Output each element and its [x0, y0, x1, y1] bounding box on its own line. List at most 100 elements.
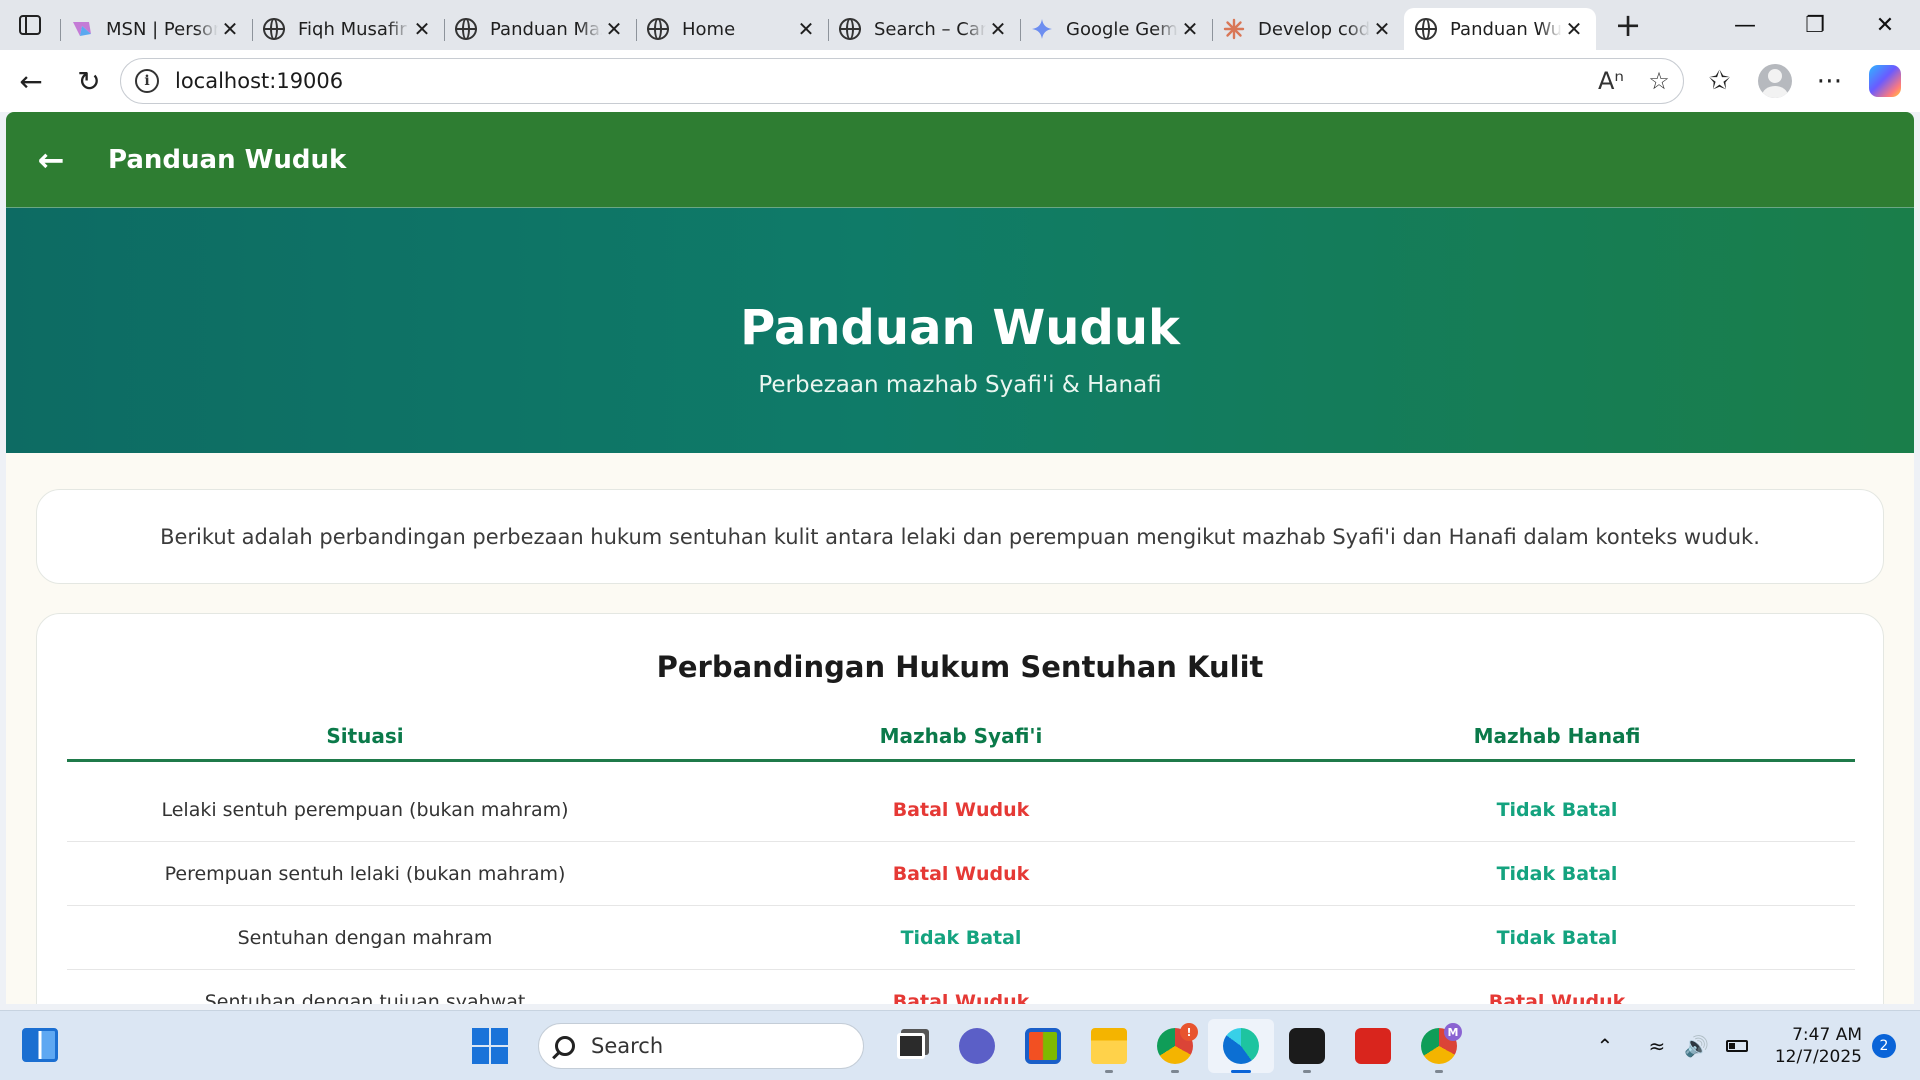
search-icon — [555, 1036, 575, 1056]
cell-syafii: Batal Wuduk — [892, 862, 1030, 885]
cell-hanafi: Batal Wuduk — [1488, 990, 1626, 1005]
cell-syafii: Batal Wuduk — [892, 990, 1030, 1005]
address-toolbar: ← ↻ i localhost:19006 Aⁿ ☆ ✩ ⋯ — [0, 50, 1920, 112]
teams-button[interactable] — [944, 1019, 1010, 1073]
close-icon[interactable]: ✕ — [218, 17, 242, 41]
close-icon[interactable]: ✕ — [410, 17, 434, 41]
teams-chat-icon — [959, 1028, 995, 1064]
edge-button[interactable] — [1208, 1019, 1274, 1073]
back-arrow-icon[interactable]: ← — [28, 137, 74, 183]
header-title: Panduan Wuduk — [108, 144, 347, 175]
app-header: ← Panduan Wuduk — [6, 112, 1914, 207]
cell-situasi: Sentuhan dengan tujuan syahwat — [204, 990, 526, 1005]
store-button[interactable] — [1010, 1019, 1076, 1073]
start-button[interactable] — [472, 1028, 508, 1064]
back-button[interactable]: ← — [6, 56, 56, 106]
chrome-button[interactable]: ! — [1142, 1019, 1208, 1073]
table-row: Sentuhan dengan tujuan syahwat Batal Wud… — [67, 970, 1855, 1005]
wifi-icon[interactable]: ≈ — [1639, 1028, 1675, 1064]
tab-title: Google Gemini — [1066, 18, 1178, 40]
close-icon[interactable]: ✕ — [602, 17, 626, 41]
battery-icon[interactable] — [1719, 1028, 1755, 1064]
globe-icon — [646, 17, 670, 41]
tab-home[interactable]: Home ✕ — [636, 9, 828, 49]
tab-panduan-wuduk[interactable]: Panduan Wuduk ✕ — [1404, 8, 1596, 50]
comparison-table: Situasi Mazhab Syafi'i Mazhab Hanafi Lel… — [67, 712, 1855, 1004]
cell-situasi: Sentuhan dengan mahram — [237, 926, 493, 949]
tab-title: Develop code — [1258, 18, 1370, 40]
taskbar-apps: Search ! M — [472, 1019, 1472, 1073]
read-aloud-icon[interactable]: Aⁿ — [1587, 61, 1635, 101]
more-menu-icon[interactable]: ⋯ — [1802, 56, 1857, 106]
tab-panduan-mazhab[interactable]: Panduan Mazhab ✕ — [444, 9, 636, 49]
close-icon[interactable]: ✕ — [986, 17, 1010, 41]
comparison-card: Perbandingan Hukum Sentuhan Kulit Situas… — [36, 613, 1884, 1004]
file-explorer-button[interactable] — [1076, 1019, 1142, 1073]
close-icon[interactable]: ✕ — [794, 17, 818, 41]
volume-icon[interactable]: 🔊 — [1679, 1028, 1715, 1064]
widgets-icon[interactable] — [22, 1028, 58, 1062]
copilot-button[interactable] — [1857, 56, 1912, 106]
task-view-button[interactable] — [878, 1019, 944, 1073]
cube-app-icon — [1289, 1028, 1325, 1064]
globe-icon — [262, 17, 286, 41]
refresh-button[interactable]: ↻ — [64, 56, 114, 106]
tab-google-gemini[interactable]: Google Gemini ✕ — [1020, 9, 1212, 49]
chrome-badge: ! — [1180, 1023, 1198, 1041]
store-icon — [1025, 1028, 1061, 1064]
copilot-icon — [1868, 65, 1901, 97]
cell-situasi: Perempuan sentuh lelaki (bukan mahram) — [164, 862, 566, 885]
chrome-profile-button[interactable]: M — [1406, 1019, 1472, 1073]
page-viewport: ← Panduan Wuduk Panduan Wuduk Perbezaan … — [6, 112, 1914, 1004]
close-window-button[interactable]: ✕ — [1850, 0, 1920, 50]
browser-tab-bar: MSN | Personalized News ✕ Fiqh Musafir ✕… — [0, 0, 1920, 50]
intro-text: Berikut adalah perbandingan perbezaan hu… — [160, 524, 1760, 549]
app-cube-button[interactable] — [1274, 1019, 1340, 1073]
table-row: Sentuhan dengan mahram Tidak Batal Tidak… — [67, 906, 1855, 970]
favorite-star-icon[interactable]: ☆ — [1635, 61, 1683, 101]
url-text[interactable]: localhost:19006 — [175, 69, 1587, 93]
msn-icon — [70, 17, 94, 41]
system-tray: ⌃ ≈ 🔊 7:47 AM 12/7/2025 2 — [1585, 1011, 1920, 1080]
tab-title: MSN | Personalized News — [106, 18, 218, 40]
avatar — [1757, 64, 1792, 98]
taskbar-search[interactable]: Search — [538, 1023, 864, 1069]
profile-badge: M — [1444, 1023, 1462, 1041]
tab-msn[interactable]: MSN | Personalized News ✕ — [60, 9, 252, 49]
toolbar-right: ✩ ⋯ — [1692, 56, 1912, 106]
column-header-syafii: Mazhab Syafi'i — [879, 723, 1043, 748]
page-subtitle: Perbezaan mazhab Syafi'i & Hanafi — [758, 372, 1162, 398]
search-placeholder: Search — [591, 1034, 664, 1058]
tab-fiqh-musafir[interactable]: Fiqh Musafir ✕ — [252, 9, 444, 49]
column-header-hanafi: Mazhab Hanafi — [1473, 723, 1641, 748]
notification-badge[interactable]: 2 — [1872, 1034, 1896, 1058]
new-tab-button[interactable]: + — [1604, 5, 1652, 45]
acrobat-pdf-icon — [1355, 1028, 1391, 1064]
address-bar[interactable]: i localhost:19006 Aⁿ ☆ — [120, 58, 1684, 104]
tab-title: Fiqh Musafir — [298, 18, 407, 40]
site-info-icon[interactable]: i — [135, 69, 159, 93]
tab-actions-button[interactable] — [0, 0, 60, 50]
clock[interactable]: 7:47 AM 12/7/2025 — [1775, 1024, 1862, 1068]
window-controls: — ❐ ✕ — [1710, 0, 1920, 50]
cell-hanafi: Tidak Batal — [1496, 926, 1618, 949]
clock-date: 12/7/2025 — [1774, 1047, 1862, 1067]
table-row: Perempuan sentuh lelaki (bukan mahram) B… — [67, 842, 1855, 906]
cell-hanafi: Tidak Batal — [1496, 798, 1618, 821]
chevron-up-icon[interactable]: ⌃ — [1587, 1028, 1623, 1064]
close-icon[interactable]: ✕ — [1562, 17, 1586, 41]
close-icon[interactable]: ✕ — [1370, 17, 1394, 41]
acrobat-button[interactable] — [1340, 1019, 1406, 1073]
tab-search-canva[interactable]: Search – Canva ✕ — [828, 9, 1020, 49]
hero-banner: Panduan Wuduk Perbezaan mazhab Syafi'i &… — [6, 207, 1914, 453]
tab-develop-code[interactable]: Develop code ✕ — [1212, 9, 1404, 49]
edge-icon — [1223, 1028, 1259, 1064]
minimize-button[interactable]: — — [1710, 0, 1780, 50]
profile-button[interactable] — [1747, 56, 1802, 106]
restore-button[interactable]: ❐ — [1780, 0, 1850, 50]
gemini-icon — [1030, 17, 1054, 41]
table-header-row: Situasi Mazhab Syafi'i Mazhab Hanafi — [67, 712, 1855, 762]
favorites-icon[interactable]: ✩ — [1692, 56, 1747, 106]
globe-icon — [454, 17, 478, 41]
close-icon[interactable]: ✕ — [1178, 17, 1202, 41]
